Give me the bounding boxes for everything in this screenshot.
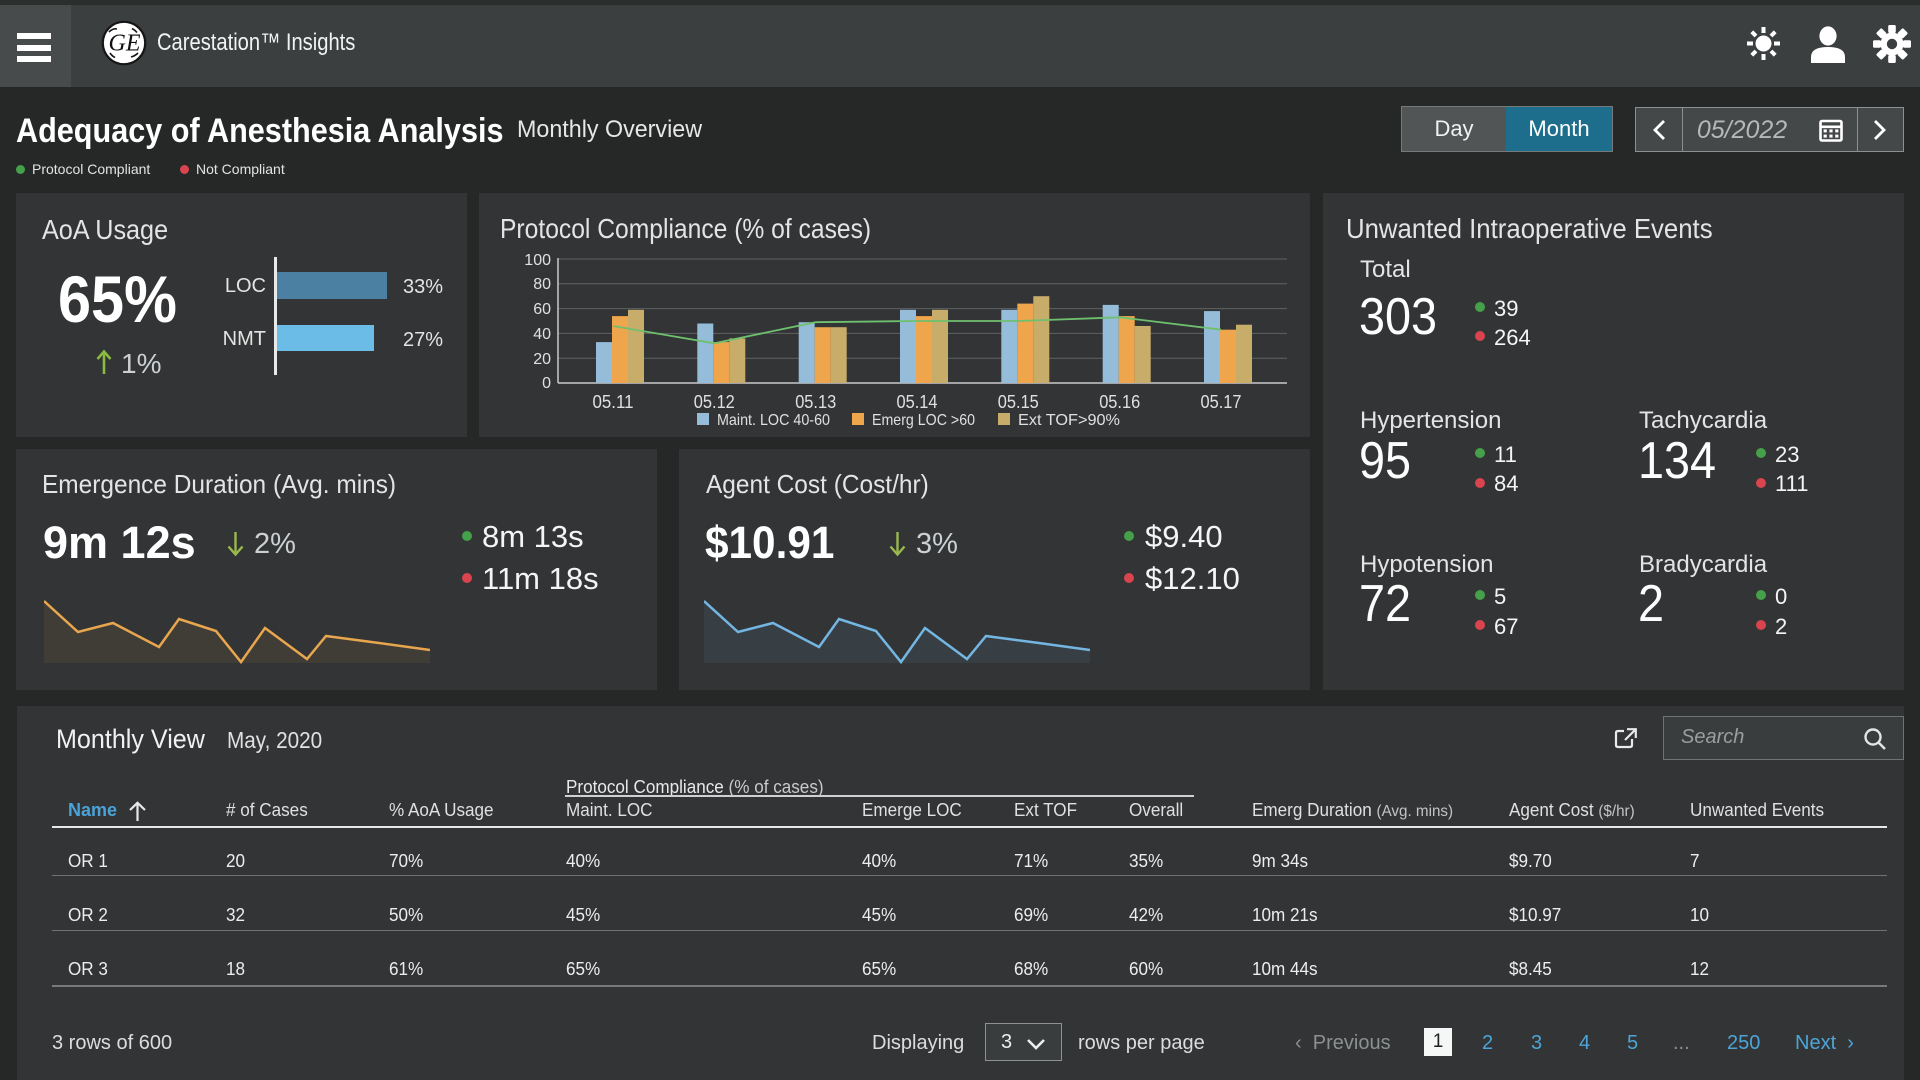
svg-text:05.17: 05.17 — [1201, 392, 1242, 412]
svg-text:Maint. LOC 40-60: Maint. LOC 40-60 — [717, 412, 830, 429]
svg-text:100: 100 — [524, 252, 551, 269]
svg-text:60: 60 — [533, 301, 551, 318]
svg-text:20: 20 — [533, 351, 551, 368]
svg-text:0: 0 — [542, 375, 551, 392]
svg-text:Emerg LOC >60: Emerg LOC >60 — [872, 412, 975, 429]
svg-text:05.12: 05.12 — [694, 392, 735, 412]
svg-text:05.16: 05.16 — [1099, 392, 1140, 412]
svg-text:Ext TOF>90%: Ext TOF>90% — [1018, 412, 1120, 429]
svg-text:05.14: 05.14 — [897, 392, 938, 412]
svg-text:05.11: 05.11 — [593, 392, 634, 412]
svg-text:80: 80 — [533, 276, 551, 293]
svg-text:05.15: 05.15 — [998, 392, 1039, 412]
svg-text:40: 40 — [533, 326, 551, 343]
svg-text:GE: GE — [109, 31, 141, 57]
svg-text:05.13: 05.13 — [795, 392, 836, 412]
